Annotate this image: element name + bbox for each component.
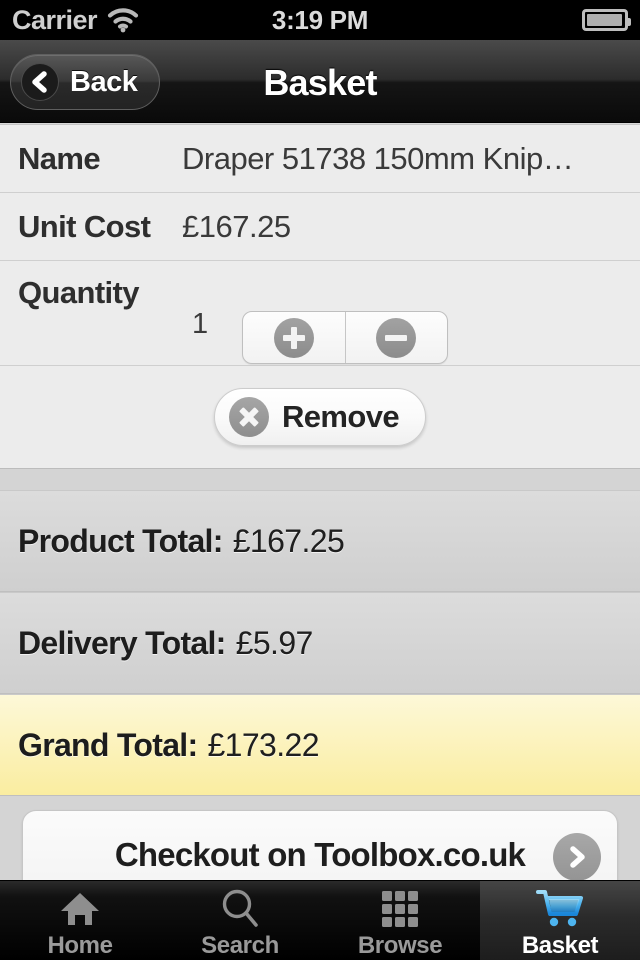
- status-bar: Carrier 3:19 PM: [0, 0, 640, 40]
- cart-icon: [536, 887, 584, 931]
- quantity-stepper[interactable]: [242, 311, 448, 364]
- unit-cost-label: Unit Cost: [18, 208, 151, 244]
- plus-circle-icon: [273, 317, 314, 358]
- quantity-decrement-button[interactable]: [344, 312, 448, 363]
- grid-icon: [380, 887, 420, 931]
- grand-total-row: Grand Total: £173.22: [0, 694, 640, 796]
- status-time: 3:19 PM: [271, 4, 369, 35]
- remove-button[interactable]: Remove: [213, 388, 426, 446]
- product-total-row: Product Total: £167.25: [0, 490, 640, 592]
- page-title: Basket: [263, 62, 377, 103]
- battery-icon: [582, 9, 631, 31]
- section-gap: [0, 469, 640, 490]
- product-total-label: Product Total:: [18, 522, 223, 559]
- navigation-bar: Back Basket: [0, 40, 640, 123]
- tab-browse[interactable]: Browse: [320, 881, 480, 960]
- unit-cost-value: £167.25: [182, 208, 291, 244]
- quantity-row: Quantity 1: [0, 261, 640, 366]
- unit-cost-row: Unit Cost £167.25: [0, 193, 640, 261]
- grand-total-label: Grand Total:: [18, 726, 198, 763]
- delivery-total-label: Delivery Total:: [18, 624, 226, 661]
- tab-search-label: Search: [201, 932, 279, 959]
- close-circle-icon: [228, 397, 269, 437]
- grand-total-value: £173.22: [207, 726, 319, 763]
- tab-home[interactable]: Home: [0, 881, 160, 960]
- chevron-right-circle-icon: [553, 833, 601, 881]
- product-total-value: £167.25: [232, 522, 345, 559]
- home-icon: [58, 887, 102, 931]
- tab-browse-label: Browse: [357, 932, 443, 959]
- quantity-label: Quantity: [18, 275, 140, 310]
- tab-home-label: Home: [47, 932, 113, 959]
- remove-button-label: Remove: [281, 399, 400, 434]
- delivery-total-row: Delivery Total: £5.97: [0, 592, 640, 694]
- product-card: Name Draper 51738 150mm Knip… Unit Cost …: [0, 124, 640, 469]
- search-icon: [219, 887, 261, 931]
- tab-search[interactable]: Search: [160, 881, 320, 960]
- app-screen: Carrier 3:19 PM Back Basket Name Draper …: [0, 0, 640, 960]
- content-area: Name Draper 51738 150mm Knip… Unit Cost …: [0, 124, 640, 960]
- tab-basket[interactable]: Basket: [480, 881, 640, 960]
- remove-row: Remove: [0, 366, 640, 468]
- quantity-increment-button[interactable]: [243, 312, 345, 363]
- tab-bar: Home Search Browse Basket: [0, 880, 640, 960]
- product-name-label: Name: [18, 140, 101, 176]
- product-name-row: Name Draper 51738 150mm Knip…: [0, 125, 640, 193]
- quantity-value: 1: [192, 308, 209, 340]
- tab-basket-label: Basket: [521, 932, 599, 959]
- checkout-button-label: Checkout on Toolbox.co.uk: [114, 836, 526, 873]
- delivery-total-value: £5.97: [235, 624, 314, 661]
- minus-circle-icon: [376, 317, 417, 358]
- product-name-value: Draper 51738 150mm Knip…: [182, 140, 574, 176]
